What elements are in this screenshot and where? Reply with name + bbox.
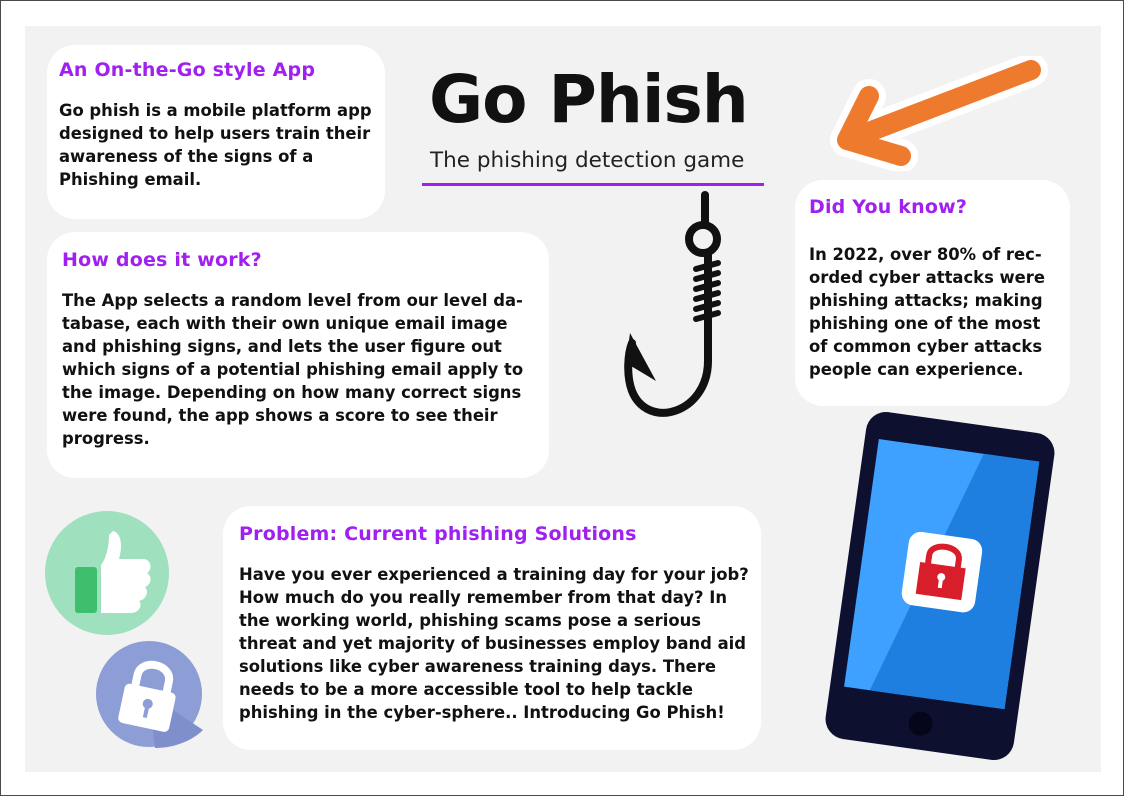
intro-body: Go phish is a mobile platform app design… (59, 101, 372, 189)
did-you-know-card: Did You know? In 2022, over 80% of rec-o… (795, 180, 1070, 406)
poster: An On-the-Go style App Go phish is a mob… (25, 26, 1101, 772)
problem-heading: Problem: Current phishing Solutions (239, 523, 637, 545)
padlock-icon (96, 641, 203, 748)
page-title: Go Phish (429, 61, 749, 138)
title-underline (422, 183, 764, 186)
fish-hook-icon (624, 191, 721, 417)
problem-card: Problem: Current phishing Solutions Have… (223, 506, 761, 750)
page-subtitle: The phishing detection game (430, 148, 745, 173)
page-frame: An On-the-Go style App Go phish is a mob… (0, 0, 1124, 796)
smartphone-lock-icon (825, 411, 1055, 761)
intro-heading: An On-the-Go style App (59, 59, 316, 81)
problem-body: Have you ever experienced a training day… (239, 565, 749, 722)
how-card: How does it work? The App selects a rand… (47, 232, 549, 478)
arrow-icon (830, 56, 1048, 171)
did-you-know-body: In 2022, over 80% of rec-orded cyber att… (809, 245, 1045, 379)
did-you-know-heading: Did You know? (809, 196, 968, 218)
intro-card: An On-the-Go style App Go phish is a mob… (47, 45, 385, 219)
thumbs-up-icon (45, 511, 169, 635)
how-body: The App selects a random level from our … (62, 291, 524, 448)
how-heading: How does it work? (62, 249, 262, 271)
